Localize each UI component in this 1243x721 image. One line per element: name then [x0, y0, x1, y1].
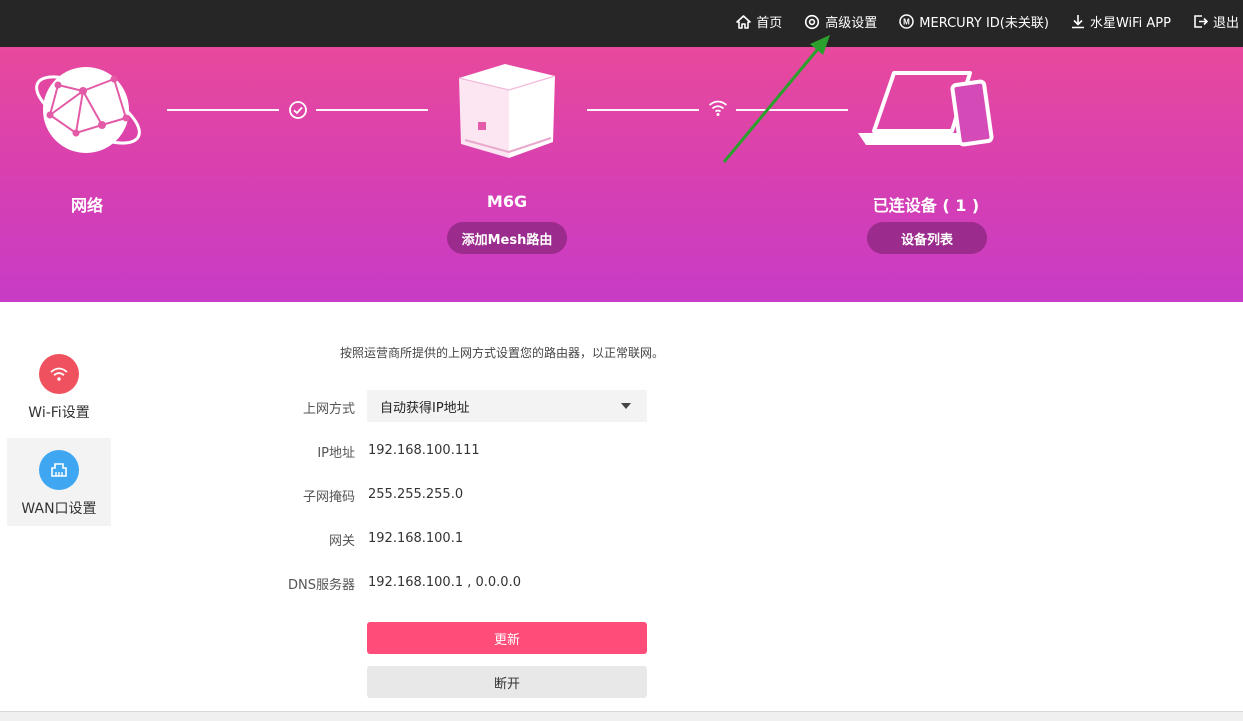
nav-app-download[interactable]: 水星WiFi APP — [1071, 12, 1171, 31]
gear-icon — [805, 14, 820, 29]
check-circle-icon — [289, 101, 307, 119]
connection-type-value: 自动获得IP地址 — [380, 400, 470, 416]
disconnect-button[interactable]: 断开 — [367, 666, 647, 698]
globe-network-icon[interactable] — [28, 63, 146, 157]
router-icon[interactable] — [455, 62, 559, 160]
logout-icon — [1194, 15, 1208, 28]
router-model-label: M6G — [486, 192, 528, 211]
dns-server-label: DNS服务器 — [288, 578, 355, 593]
top-bar: 首页 高级设置 M MERCURY ID(未关联) 水星WiFi APP 退出 — [0, 0, 1243, 47]
top-nav: 首页 高级设置 M MERCURY ID(未关联) 水星WiFi APP 退出 — [714, 0, 1239, 43]
wan-intro-text: 按照运营商所提供的上网方式设置您的路由器，以正常联网。 — [340, 346, 665, 360]
gateway-label: 网关 — [328, 534, 355, 549]
nav-advanced-label: 高级设置 — [825, 16, 878, 31]
subnet-mask-label: 子网掩码 — [302, 490, 355, 505]
add-mesh-router-button[interactable]: 添加Mesh路由 — [447, 222, 567, 254]
connection-line-left-a — [167, 109, 279, 111]
mercury-logo-icon: M — [899, 14, 915, 29]
nav-home-label: 首页 — [756, 16, 783, 31]
connection-type-select[interactable]: 自动获得IP地址 — [367, 390, 647, 422]
download-icon — [1071, 15, 1084, 29]
wifi-settings-icon-circle — [39, 354, 79, 394]
nav-mercury-id-label: MERCURY ID(未关联) — [919, 16, 1049, 31]
nav-logout-label: 退出 — [1212, 16, 1239, 31]
gateway-value: 192.168.100.1 — [368, 531, 464, 546]
connection-line-right-b — [736, 109, 848, 111]
nav-app-label: 水星WiFi APP — [1089, 16, 1171, 31]
network-topology-banner: 网络 M6G 添加Mesh路由 已连设备 ( 1 ) 设备列表 — [0, 47, 1243, 302]
home-icon — [736, 14, 752, 29]
wan-settings-icon-circle — [39, 450, 79, 490]
chevron-down-icon — [621, 403, 631, 409]
devices-icon[interactable] — [856, 69, 1000, 151]
sidebar-item-label: Wi-Fi设置 — [28, 405, 90, 421]
nav-mercury-id[interactable]: M MERCURY ID(未关联) — [899, 12, 1049, 31]
subnet-mask-value: 255.255.255.0 — [368, 487, 464, 502]
nav-home[interactable]: 首页 — [736, 12, 782, 31]
nav-advanced-settings[interactable]: 高级设置 — [804, 12, 877, 31]
wifi-signal-icon — [708, 100, 728, 116]
nav-logout[interactable]: 退出 — [1193, 12, 1239, 31]
connection-line-right-a — [587, 109, 699, 111]
device-list-button[interactable]: 设备列表 — [867, 222, 987, 254]
connected-devices-label: 已连设备 ( 1 ) — [872, 196, 980, 215]
svg-text:M: M — [903, 18, 910, 27]
connection-type-label: 上网方式 — [302, 402, 355, 417]
dns-server-value: 192.168.100.1 , 0.0.0.0 — [368, 575, 521, 590]
renew-button[interactable]: 更新 — [367, 622, 647, 654]
wifi-icon — [50, 367, 68, 381]
ip-address-value: 192.168.100.111 — [368, 443, 480, 458]
network-label: 网络 — [70, 196, 103, 215]
connection-line-left-b — [316, 109, 428, 111]
sidebar-item-wan-settings[interactable]: WAN口设置 — [7, 438, 111, 526]
sidebar-item-wifi-settings[interactable]: Wi-Fi设置 — [7, 346, 111, 434]
ip-address-label: IP地址 — [317, 446, 355, 461]
sidebar-item-label: WAN口设置 — [21, 501, 97, 517]
wan-port-icon — [51, 463, 67, 477]
